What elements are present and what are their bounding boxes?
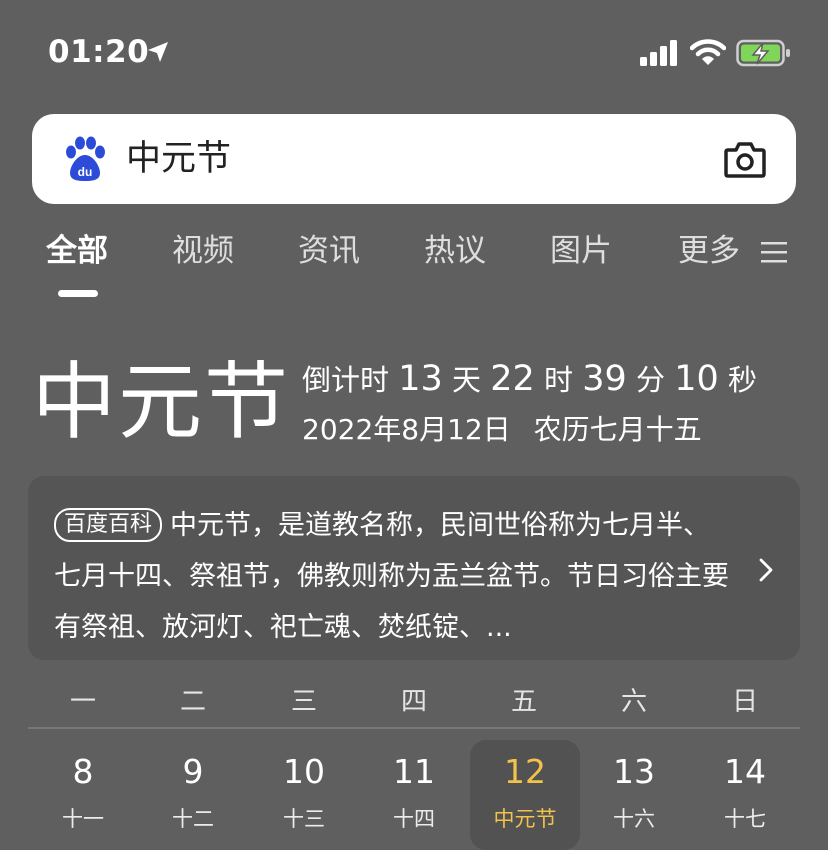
tab-images[interactable]: 图片 [550,228,612,274]
calendar-day-number: 8 [72,752,94,791]
cellular-signal-icon [640,40,677,66]
active-tab-indicator [58,290,98,297]
calendar-day-lunar: 十六 [613,807,655,831]
festival-date-line: 2022年8月12日 农历七月十五 [302,410,702,450]
calendar-day-lunar: 十四 [393,807,435,831]
baike-badge: 百度百科 [54,508,163,542]
tab-news[interactable]: 资讯 [298,228,360,274]
battery-charging-icon [736,39,790,67]
chevron-right-icon[interactable] [756,556,776,584]
countdown-label: 倒计时 [302,363,390,397]
svg-text:du: du [78,165,93,179]
calendar-weekday-header: 一 二 三 四 五 六 日 [28,682,800,722]
weekday-wed: 三 [290,687,317,717]
search-tabs: 全部 视频 资讯 热议 图片 更多 [0,228,828,308]
calendar-day[interactable]: 8 十一 [28,740,138,850]
calendar-day[interactable]: 14 十七 [690,740,800,850]
calendar-day[interactable]: 13 十六 [579,740,689,850]
countdown: 倒计时 13 天 22 时 39 分 10 秒 [302,356,757,403]
camera-icon[interactable] [724,140,766,178]
weekday-fri: 五 [510,687,537,717]
tab-discussion[interactable]: 热议 [424,228,486,274]
calendar-day-number: 12 [504,752,546,791]
baike-summary: 百度百科 中元节，是道教名称，民间世俗称为七月半、七月十四、祭祖节，佛教则称为盂兰… [54,500,730,653]
calendar-day[interactable]: 10 十三 [249,740,359,850]
weekday-thu: 四 [400,687,427,717]
baidu-paw-logo-icon: du [66,136,105,181]
calendar-day-lunar: 十二 [172,807,214,831]
weekday-sat: 六 [620,687,647,717]
status-time: 01:20 [48,34,150,70]
tab-video[interactable]: 视频 [172,228,234,274]
calendar-day-number: 14 [724,752,766,791]
calendar-day-number: 10 [283,752,325,791]
weekday-sun: 日 [731,687,758,717]
calendar-divider [28,727,800,729]
calendar-week-row: 8 十一 9 十二 10 十三 11 十四 12 中元节 13 十六 14 十七 [28,740,800,850]
baike-summary-card[interactable]: 百度百科 中元节，是道教名称，民间世俗称为七月半、七月十四、祭祖节，佛教则称为盂兰… [28,476,800,660]
countdown-days: 13 [398,359,443,399]
festival-lunar-date: 农历七月十五 [533,413,702,446]
location-arrow-icon [148,42,168,62]
calendar-day-selected[interactable]: 12 中元节 [470,740,580,850]
search-box[interactable]: du 中元节 [32,114,796,204]
countdown-days-unit: 天 [452,363,482,397]
calendar-day-lunar: 十三 [283,807,325,831]
tab-more[interactable]: 更多 [678,228,740,274]
countdown-seconds: 10 [674,359,719,399]
countdown-minutes-unit: 分 [636,363,666,397]
calendar-day-number: 13 [613,752,655,791]
wifi-icon [690,39,726,65]
countdown-hours-unit: 时 [544,363,574,397]
status-bar: 01:20 [0,0,828,100]
weekday-tue: 二 [179,687,206,717]
calendar-day[interactable]: 9 十二 [138,740,248,850]
tab-all[interactable]: 全部 [46,228,108,274]
search-input[interactable]: 中元节 [126,136,231,182]
calendar-day-number: 9 [182,752,204,791]
weekday-mon: 一 [69,687,96,717]
calendar-day-lunar: 十七 [724,807,766,831]
calendar-day-lunar: 中元节 [493,807,557,831]
festival-title: 中元节 [32,353,291,451]
countdown-seconds-unit: 秒 [728,363,758,397]
festival-date: 2022年8月12日 [302,413,511,446]
countdown-hours: 22 [490,359,535,399]
countdown-minutes: 39 [582,359,627,399]
calendar-day-lunar: 十一 [62,807,104,831]
menu-icon[interactable] [760,240,788,264]
calendar-day[interactable]: 11 十四 [359,740,469,850]
calendar-day-number: 11 [393,752,435,791]
